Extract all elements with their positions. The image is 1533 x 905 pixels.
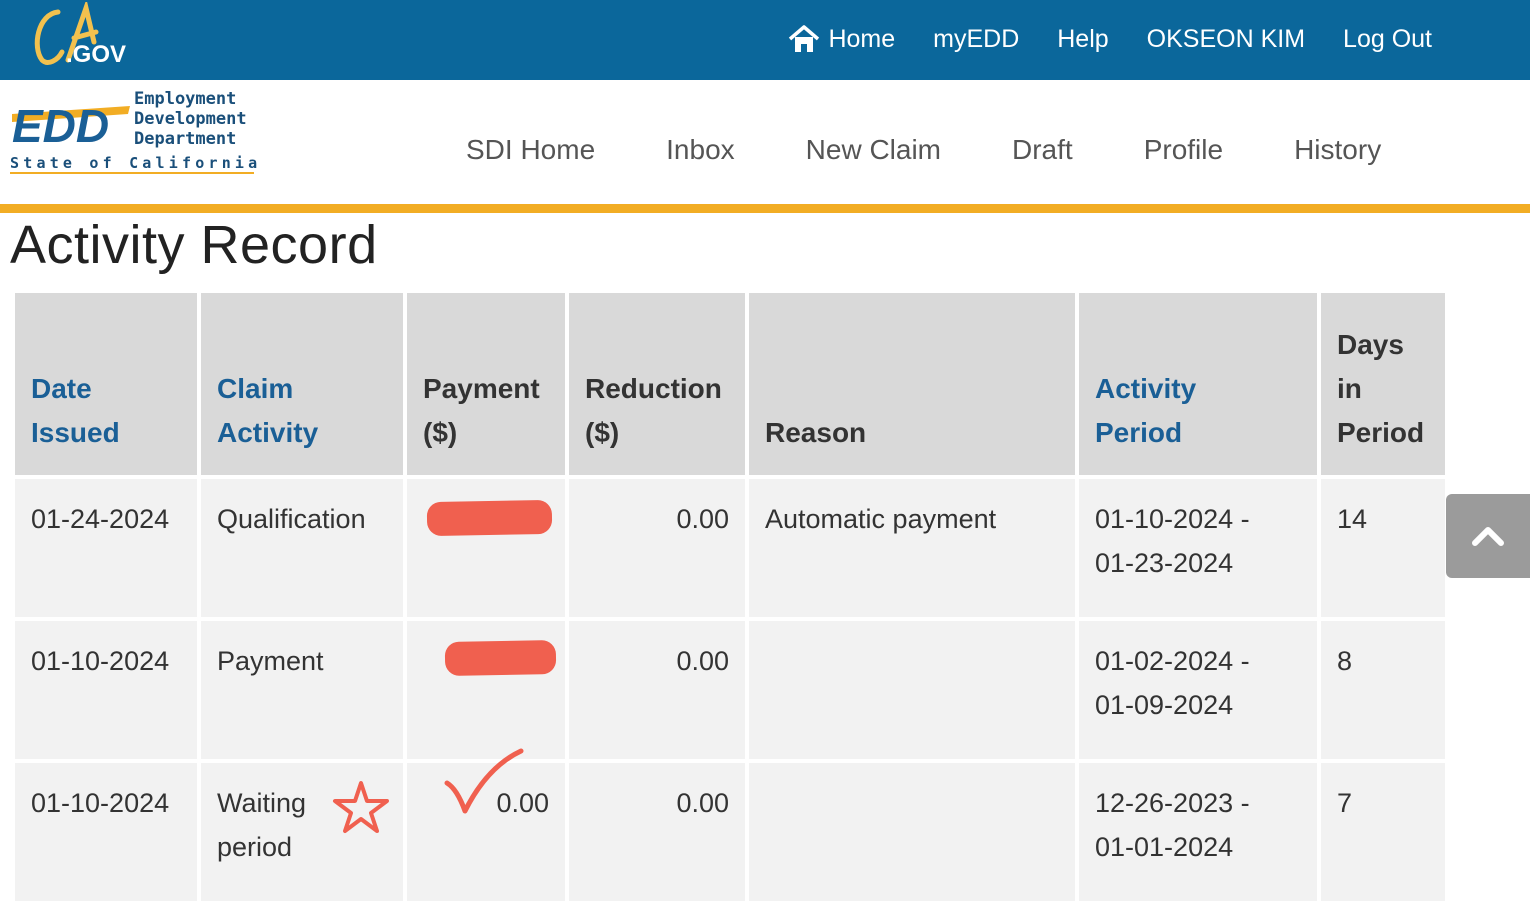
cell-days-in-period: 14	[1321, 479, 1445, 617]
col-days-in-period: Days in Period	[1321, 293, 1445, 475]
top-nav: Home myEDD Help OKSEON KIM Log Out	[788, 0, 1432, 78]
cell-reason	[749, 763, 1075, 901]
cell-payment	[407, 479, 565, 617]
activity-record-table: Date Issued Claim Activity Payment ($) Redu…	[11, 289, 1449, 905]
cell-payment	[407, 621, 565, 759]
svg-text:.GOV: .GOV	[66, 41, 126, 68]
redaction-mark	[444, 640, 557, 676]
top-nav-help[interactable]: Help	[1057, 25, 1108, 54]
edd-logo-line1: Employment	[134, 89, 236, 109]
top-nav-logout[interactable]: Log Out	[1343, 25, 1432, 54]
cell-activity-period: 12-26-2023 -01-01-2024	[1079, 763, 1317, 901]
edd-logo-abbrev: EDD	[12, 100, 109, 152]
cell-claim-activity: Waiting period	[201, 763, 403, 901]
nav-history[interactable]: History	[1294, 134, 1381, 166]
nav-inbox[interactable]: Inbox	[666, 134, 735, 166]
col-payment: Payment ($)	[407, 293, 565, 475]
cell-claim-activity: Qualification	[201, 479, 403, 617]
payment-amount: 0.00	[496, 788, 549, 818]
cell-reason	[749, 621, 1075, 759]
redaction-mark	[426, 499, 553, 537]
edd-logo-line3: Department	[134, 129, 236, 149]
back-to-top-button[interactable]	[1446, 494, 1530, 578]
sdi-nav: SDI Home Inbox New Claim Draft Profile H…	[466, 80, 1381, 220]
top-nav-home-label: Home	[828, 24, 896, 53]
nav-profile[interactable]: Profile	[1144, 134, 1223, 166]
edd-logo-line2: Development	[134, 109, 247, 129]
top-nav-user[interactable]: OKSEON KIM	[1147, 25, 1305, 54]
chevron-up-icon	[1472, 527, 1504, 546]
cell-claim-activity: Payment	[201, 621, 403, 759]
edd-logo[interactable]: EDD Employment Development Department St…	[10, 84, 258, 178]
cell-days-in-period: 8	[1321, 621, 1445, 759]
nav-sdi-home[interactable]: SDI Home	[466, 134, 595, 166]
cell-days-in-period: 7	[1321, 763, 1445, 901]
cell-reduction: 0.00	[569, 479, 745, 617]
star-annotation-icon	[333, 781, 389, 833]
cell-activity-period: 01-02-2024 -01-09-2024	[1079, 621, 1317, 759]
table-header-row: Date Issued Claim Activity Payment ($) Redu…	[15, 293, 1445, 475]
cell-date-issued: 01-10-2024	[15, 763, 197, 901]
page-title: Activity Record	[10, 215, 378, 275]
cell-reduction: 0.00	[569, 763, 745, 901]
top-bar: .GOV Home myEDD Help OKSEON KIM Log Out	[0, 0, 1530, 80]
top-nav-myedd[interactable]: myEDD	[933, 25, 1019, 54]
col-activity-period[interactable]: Activity Period	[1079, 293, 1317, 475]
table-row: 01-10-2024 Waiting period 0.00 0.00 12-2…	[15, 748, 1445, 901]
table-row: 01-24-2024 Qualification 0.00 Automatic …	[15, 479, 1445, 617]
site-header: EDD Employment Development Department St…	[0, 80, 1530, 204]
col-claim-activity[interactable]: Claim Activity	[201, 293, 403, 475]
header-divider	[0, 204, 1530, 213]
cell-activity-period: 01-10-2024 -01-23-2024	[1079, 479, 1317, 617]
ca-gov-logo[interactable]: .GOV	[28, 2, 128, 72]
edd-logo-tagline: State of California	[10, 154, 258, 172]
table-row: 01-10-2024 Payment 0.00 01-02-2024 -01-0…	[15, 621, 1445, 759]
cell-reduction: 0.00	[569, 621, 745, 759]
col-date-issued[interactable]: Date Issued	[15, 293, 197, 475]
cell-date-issued: 01-24-2024	[15, 479, 197, 617]
home-icon	[789, 25, 820, 52]
col-reduction: Reduction ($)	[569, 293, 745, 475]
top-nav-home[interactable]: Home	[788, 24, 895, 54]
cell-payment: 0.00	[407, 748, 565, 901]
col-reason: Reason	[749, 293, 1075, 475]
nav-draft[interactable]: Draft	[1012, 134, 1073, 166]
cell-reason: Automatic payment	[749, 479, 1075, 617]
nav-new-claim[interactable]: New Claim	[806, 134, 941, 166]
cell-date-issued: 01-10-2024	[15, 621, 197, 759]
